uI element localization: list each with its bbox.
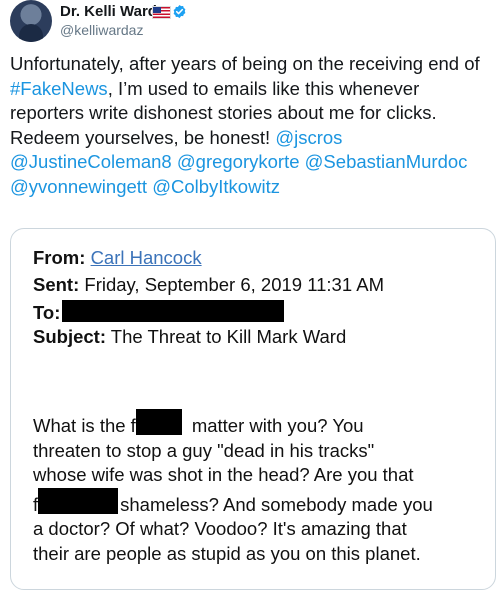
tweet-line-text: , I’m used to emails like this whenever: [107, 77, 420, 99]
email-body-line: threaten to stop a guy "dead in his trac…: [33, 439, 375, 461]
tweet-line: @JustineColeman8 @gregorykorte @Sebastia…: [10, 150, 496, 175]
tweet-header: Dr. Kelli Ward @kelliwardaz: [0, 0, 500, 46]
hashtag-link[interactable]: #FakeNews: [10, 78, 108, 99]
us-flag-icon: [152, 6, 171, 19]
mention-link[interactable]: @JustineColeman8: [10, 151, 172, 172]
email-body-line: whose wife was shot in the head? Are you…: [33, 464, 414, 485]
email-body-line: f shameless? And somebody made you: [33, 487, 483, 518]
from-value: Carl Hancock: [90, 247, 202, 268]
tweet-line: Redeem yourselves, be honest! @jscros: [10, 126, 496, 151]
tweet-line: reporters write dishonest stories about …: [10, 102, 437, 123]
redaction-bar: [38, 487, 119, 514]
subject-label: Subject:: [33, 326, 106, 347]
body-text: shameless? And somebody made you: [120, 493, 433, 515]
redaction-bar: [62, 300, 285, 322]
sent-label: Sent:: [33, 274, 80, 295]
tweet-text: Unfortunately, after years of being on t…: [10, 52, 496, 199]
subject-value: The Threat to Kill Mark Ward: [110, 326, 347, 347]
tweet-line: #FakeNews, I’m used to emails like this …: [10, 77, 496, 102]
email-body-line: What is the f matter with you? You: [33, 409, 483, 439]
email-body-line: their are people as stupid as you on thi…: [33, 542, 421, 564]
tweet-line-text: Redeem yourselves, be honest!: [10, 126, 276, 148]
mention-link[interactable]: @ColbyItkowitz: [152, 176, 280, 197]
mention-link[interactable]: @jscros: [275, 127, 342, 148]
sent-value: Friday, September 6, 2019 11:31 AM: [84, 274, 384, 295]
to-label: To:: [33, 302, 61, 323]
redaction-bar: [135, 409, 182, 435]
avatar[interactable]: [10, 0, 52, 42]
body-text: matter with you? You: [191, 415, 364, 436]
email-body: What is the f matter with you? You threat…: [33, 409, 483, 566]
tweet-line: @yvonnewingett @ColbyItkowitz: [10, 175, 496, 200]
tweet-line: Unfortunately, after years of being on t…: [10, 53, 480, 74]
mention-link[interactable]: @SebastianMurdoc: [305, 151, 468, 172]
email-from-row: From: Carl Hancock: [33, 247, 202, 269]
display-name[interactable]: Dr. Kelli Ward: [60, 3, 157, 20]
user-handle[interactable]: @kelliwardaz: [60, 22, 143, 38]
body-text: What is the f: [33, 415, 136, 436]
email-screenshot-image[interactable]: From: Carl Hancock Sent: Friday, Septemb…: [10, 228, 496, 590]
mention-link[interactable]: @gregorykorte: [177, 151, 300, 172]
email-to-row: To:: [33, 300, 285, 324]
verified-badge-icon: [173, 4, 186, 19]
mention-link[interactable]: @yvonnewingett: [10, 176, 147, 197]
email-body-line: a doctor? Of what? Voodoo? It's amazing …: [33, 518, 407, 539]
from-label: From:: [33, 247, 86, 268]
email-sent-row: Sent: Friday, September 6, 2019 11:31 AM: [33, 274, 384, 296]
email-subject-row: Subject: The Threat to Kill Mark Ward: [33, 326, 346, 348]
